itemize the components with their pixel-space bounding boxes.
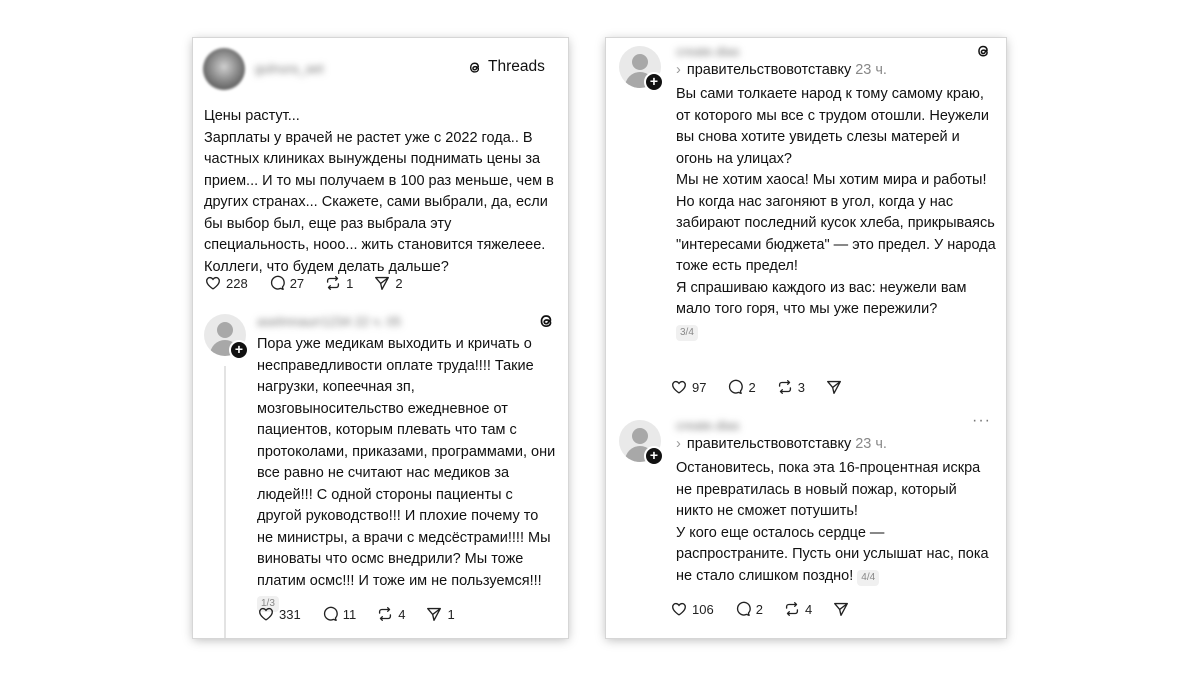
chevron-right-icon: › bbox=[676, 436, 681, 452]
comment-count: 11 bbox=[342, 606, 357, 622]
heart-icon bbox=[206, 276, 220, 290]
reply-actions: 331 11 4 1 bbox=[257, 605, 475, 623]
post-paragraph: Остановитесь, пока эта 16-процентная иск… bbox=[676, 460, 981, 519]
author-avatar[interactable] bbox=[203, 48, 245, 90]
like-button[interactable]: 106 bbox=[670, 600, 714, 618]
heart-icon bbox=[672, 380, 686, 394]
thread-pager: 4/4 bbox=[857, 569, 880, 586]
follow-plus-icon[interactable]: + bbox=[229, 340, 249, 360]
like-button[interactable]: 331 bbox=[257, 605, 301, 623]
post-time: 23 ч. bbox=[855, 436, 887, 452]
follow-plus-icon[interactable]: + bbox=[644, 446, 664, 466]
repost-icon bbox=[778, 380, 791, 394]
post-paragraph: Я спрашиваю каждого из вас: неужели вам … bbox=[676, 279, 967, 318]
thread-line bbox=[224, 366, 226, 638]
right-screenshot-card: + create.dias › правительствовотставку 23 … bbox=[606, 38, 1006, 638]
threads-logo-icon bbox=[540, 315, 552, 328]
repost-count: 4 bbox=[398, 606, 406, 622]
comment-button[interactable]: 27 bbox=[268, 274, 304, 292]
follow-plus-icon[interactable]: + bbox=[644, 72, 664, 92]
like-count: 106 bbox=[692, 601, 714, 617]
reply-text: Пора уже медикам выходить и кричать о не… bbox=[257, 336, 556, 589]
share-button[interactable]: 1 bbox=[425, 605, 455, 623]
author-username[interactable]: gulnura_aet bbox=[255, 61, 324, 76]
like-count: 97 bbox=[692, 379, 707, 395]
comment-icon bbox=[323, 606, 338, 621]
comment-count: 2 bbox=[748, 379, 756, 395]
repost-count: 4 bbox=[804, 601, 813, 617]
reply-to-username[interactable]: правительствовотставку bbox=[687, 62, 851, 78]
reply-to-header: › правительствовотставку 23 ч. bbox=[676, 436, 887, 452]
heart-icon bbox=[672, 602, 686, 616]
repost-button[interactable]: 4 bbox=[783, 600, 812, 618]
thread-pager: 3/4 bbox=[676, 324, 698, 341]
comment-icon bbox=[729, 379, 744, 394]
share-count: 2 bbox=[395, 275, 403, 291]
comment-count: 2 bbox=[755, 601, 763, 617]
send-icon bbox=[834, 602, 849, 616]
comment-count: 27 bbox=[289, 275, 305, 291]
send-icon bbox=[826, 380, 841, 394]
share-button[interactable] bbox=[825, 378, 843, 396]
left-screenshot-card: gulnura_aet Threads Цены растут... Зарпл… bbox=[193, 38, 568, 638]
repost-button[interactable]: 3 bbox=[776, 378, 805, 396]
post-body: Вы сами толкаете народ к тому самому кра… bbox=[676, 84, 996, 342]
repost-count: 3 bbox=[797, 379, 805, 395]
comment-button[interactable]: 2 bbox=[734, 600, 763, 618]
threads-logo-icon bbox=[469, 62, 480, 73]
reply-to-username[interactable]: правительствовотставку bbox=[687, 436, 851, 452]
repost-button[interactable]: 4 bbox=[376, 605, 405, 623]
share-button[interactable]: 2 bbox=[373, 274, 403, 292]
heart-icon bbox=[259, 607, 273, 621]
post-paragraph: Зарплаты у врачей не растет уже с 2022 г… bbox=[204, 129, 554, 275]
like-count: 331 bbox=[279, 606, 301, 622]
threads-logo-icon bbox=[978, 45, 988, 57]
reply-body: Пора уже медикам выходить и кричать о не… bbox=[257, 334, 557, 614]
post-body: Цены растут... Зарплаты у врачей не раст… bbox=[204, 106, 556, 278]
chevron-right-icon: › bbox=[676, 62, 681, 78]
repost-button[interactable]: 1 bbox=[324, 274, 353, 292]
post-actions: 97 2 3 bbox=[670, 378, 863, 396]
more-options-icon[interactable]: ··· bbox=[972, 412, 991, 430]
like-button[interactable]: 97 bbox=[670, 378, 706, 396]
comment-button[interactable]: 11 bbox=[321, 605, 357, 623]
threads-brand: Threads bbox=[466, 58, 545, 76]
repost-icon bbox=[785, 602, 799, 616]
comment-icon bbox=[270, 275, 285, 290]
post-time: 23 ч. bbox=[855, 62, 887, 78]
like-count: 228 bbox=[226, 275, 248, 291]
repost-icon bbox=[327, 276, 340, 290]
share-button[interactable] bbox=[832, 600, 850, 618]
post-body: Остановитесь, пока эта 16-процентная иск… bbox=[676, 458, 996, 587]
repost-count: 1 bbox=[346, 275, 354, 291]
post-paragraph: У кого еще осталось сердце — распростран… bbox=[676, 524, 989, 586]
author-username[interactable]: create.dias bbox=[676, 418, 740, 433]
send-icon bbox=[427, 607, 442, 621]
threads-brand-label: Threads bbox=[488, 58, 545, 75]
send-icon bbox=[375, 276, 390, 290]
post-paragraph: Цены растут... bbox=[204, 108, 300, 124]
reply-to-header: › правительствовотставку 23 ч. bbox=[676, 62, 887, 78]
like-button[interactable]: 228 bbox=[204, 274, 248, 292]
comment-button[interactable]: 2 bbox=[726, 378, 756, 396]
post-actions: 106 2 4 bbox=[670, 600, 870, 618]
reply-author-username[interactable]: aselmnaurr1234 22 ч. 05 bbox=[257, 314, 401, 329]
post-actions: 228 27 1 2 bbox=[204, 274, 423, 292]
post-paragraph: Мы не хотим хаоса! Мы хотим мира и работ… bbox=[676, 172, 996, 274]
comment-icon bbox=[736, 601, 751, 616]
share-count: 1 bbox=[447, 606, 455, 622]
post-paragraph: Вы сами толкаете народ к тому самому кра… bbox=[676, 86, 989, 167]
author-username[interactable]: create.dias bbox=[676, 44, 740, 59]
repost-icon bbox=[379, 607, 392, 621]
